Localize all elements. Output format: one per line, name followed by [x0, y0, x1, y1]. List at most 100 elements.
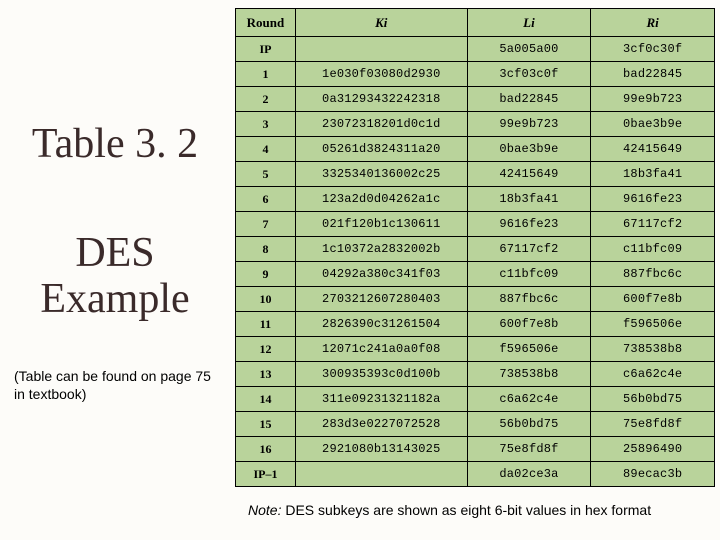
cell-ri: 9616fe23	[591, 187, 715, 212]
cell-ki: 2826390c31261504	[295, 312, 467, 337]
table-row: 11e030f03080d29303cf03c0fbad22845	[236, 62, 715, 87]
table-row: 1212071c241a0a0f08f596506e738538b8	[236, 337, 715, 362]
table-row: 102703212607280403887fbc6c600f7e8b	[236, 287, 715, 312]
cell-li: c6a62c4e	[467, 387, 591, 412]
cell-round: 2	[236, 87, 296, 112]
cell-ki: 04292a380c341f03	[295, 262, 467, 287]
cell-li: 0bae3b9e	[467, 137, 591, 162]
cell-ri: 42415649	[591, 137, 715, 162]
table-row: 6123a2d0d04262a1c18b3fa419616fe23	[236, 187, 715, 212]
cell-ki: 123a2d0d04262a1c	[295, 187, 467, 212]
des-example-table: Round Ki Li Ri IP5a005a003cf0c30f11e030f…	[235, 8, 715, 487]
cell-ki: 2703212607280403	[295, 287, 467, 312]
textbook-reference: (Table can be found on page 75 in textbo…	[14, 368, 214, 403]
table-row: 13300935393c0d100b738538b8c6a62c4e	[236, 362, 715, 387]
cell-ki: 1e030f03080d2930	[295, 62, 467, 87]
cell-ki: 1c10372a2832002b	[295, 237, 467, 262]
cell-li: da02ce3a	[467, 462, 591, 487]
table-row: 112826390c31261504600f7e8bf596506e	[236, 312, 715, 337]
table-row: 14311e09231321182ac6a62c4e56b0bd75	[236, 387, 715, 412]
footnote-lead: Note:	[248, 502, 281, 518]
cell-ri: 99e9b723	[591, 87, 715, 112]
table-header-row: Round Ki Li Ri	[236, 9, 715, 37]
cell-round: 12	[236, 337, 296, 362]
cell-ki	[295, 37, 467, 62]
cell-li: 9616fe23	[467, 212, 591, 237]
cell-ri: c11bfc09	[591, 237, 715, 262]
cell-round: 6	[236, 187, 296, 212]
cell-round: 15	[236, 412, 296, 437]
cell-round: 7	[236, 212, 296, 237]
header-li: Li	[467, 9, 591, 37]
cell-ri: 600f7e8b	[591, 287, 715, 312]
cell-ki: 300935393c0d100b	[295, 362, 467, 387]
cell-ki: 2921080b13143025	[295, 437, 467, 462]
cell-li: 738538b8	[467, 362, 591, 387]
table-number: Table 3. 2	[0, 120, 230, 168]
cell-ri: bad22845	[591, 62, 715, 87]
cell-round: 3	[236, 112, 296, 137]
cell-ki: 05261d3824311a20	[295, 137, 467, 162]
table-title: DES Example	[0, 230, 230, 322]
footnote: Note: DES subkeys are shown as eight 6-b…	[248, 502, 718, 518]
cell-ri: 25896490	[591, 437, 715, 462]
cell-ri: 67117cf2	[591, 212, 715, 237]
table-row: 81c10372a2832002b67117cf2c11bfc09	[236, 237, 715, 262]
cell-ki: 0a31293432242318	[295, 87, 467, 112]
cell-ri: 887fbc6c	[591, 262, 715, 287]
cell-li: bad22845	[467, 87, 591, 112]
cell-ri: 738538b8	[591, 337, 715, 362]
cell-round: 14	[236, 387, 296, 412]
cell-ri: c6a62c4e	[591, 362, 715, 387]
cell-ki: 311e09231321182a	[295, 387, 467, 412]
table-row: 323072318201d0c1d99e9b7230bae3b9e	[236, 112, 715, 137]
cell-ki: 283d3e0227072528	[295, 412, 467, 437]
cell-li: 42415649	[467, 162, 591, 187]
cell-li: 600f7e8b	[467, 312, 591, 337]
cell-round: 8	[236, 237, 296, 262]
cell-round: 16	[236, 437, 296, 462]
cell-ri: 18b3fa41	[591, 162, 715, 187]
cell-li: 887fbc6c	[467, 287, 591, 312]
header-round: Round	[236, 9, 296, 37]
header-ki: Ki	[295, 9, 467, 37]
cell-round: 13	[236, 362, 296, 387]
cell-li: f596506e	[467, 337, 591, 362]
table-row: 405261d3824311a200bae3b9e42415649	[236, 137, 715, 162]
table-row: 904292a380c341f03c11bfc09887fbc6c	[236, 262, 715, 287]
cell-li: 75e8fd8f	[467, 437, 591, 462]
cell-ki	[295, 462, 467, 487]
table-row: 20a31293432242318bad2284599e9b723	[236, 87, 715, 112]
cell-ri: 3cf0c30f	[591, 37, 715, 62]
cell-round: 11	[236, 312, 296, 337]
cell-li: 18b3fa41	[467, 187, 591, 212]
cell-li: 5a005a00	[467, 37, 591, 62]
cell-li: 99e9b723	[467, 112, 591, 137]
cell-ki: 021f120b1c130611	[295, 212, 467, 237]
header-ri: Ri	[591, 9, 715, 37]
cell-li: 3cf03c0f	[467, 62, 591, 87]
cell-ri: f596506e	[591, 312, 715, 337]
cell-ri: 75e8fd8f	[591, 412, 715, 437]
cell-round: IP–1	[236, 462, 296, 487]
cell-round: 1	[236, 62, 296, 87]
table-row: 7021f120b1c1306119616fe2367117cf2	[236, 212, 715, 237]
table-row: 15283d3e022707252856b0bd7575e8fd8f	[236, 412, 715, 437]
cell-ri: 0bae3b9e	[591, 112, 715, 137]
cell-ki: 23072318201d0c1d	[295, 112, 467, 137]
cell-ki: 12071c241a0a0f08	[295, 337, 467, 362]
cell-li: c11bfc09	[467, 262, 591, 287]
cell-round: 5	[236, 162, 296, 187]
cell-ri: 56b0bd75	[591, 387, 715, 412]
cell-round: 9	[236, 262, 296, 287]
cell-ri: 89ecac3b	[591, 462, 715, 487]
des-table-container: Round Ki Li Ri IP5a005a003cf0c30f11e030f…	[235, 8, 715, 487]
cell-ki: 3325340136002c25	[295, 162, 467, 187]
footnote-text: DES subkeys are shown as eight 6-bit val…	[281, 502, 651, 518]
table-row: 162921080b1314302575e8fd8f25896490	[236, 437, 715, 462]
table-row: 53325340136002c254241564918b3fa41	[236, 162, 715, 187]
cell-round: IP	[236, 37, 296, 62]
cell-li: 67117cf2	[467, 237, 591, 262]
left-column: Table 3. 2 DES Example (Table can be fou…	[0, 0, 235, 540]
cell-li: 56b0bd75	[467, 412, 591, 437]
